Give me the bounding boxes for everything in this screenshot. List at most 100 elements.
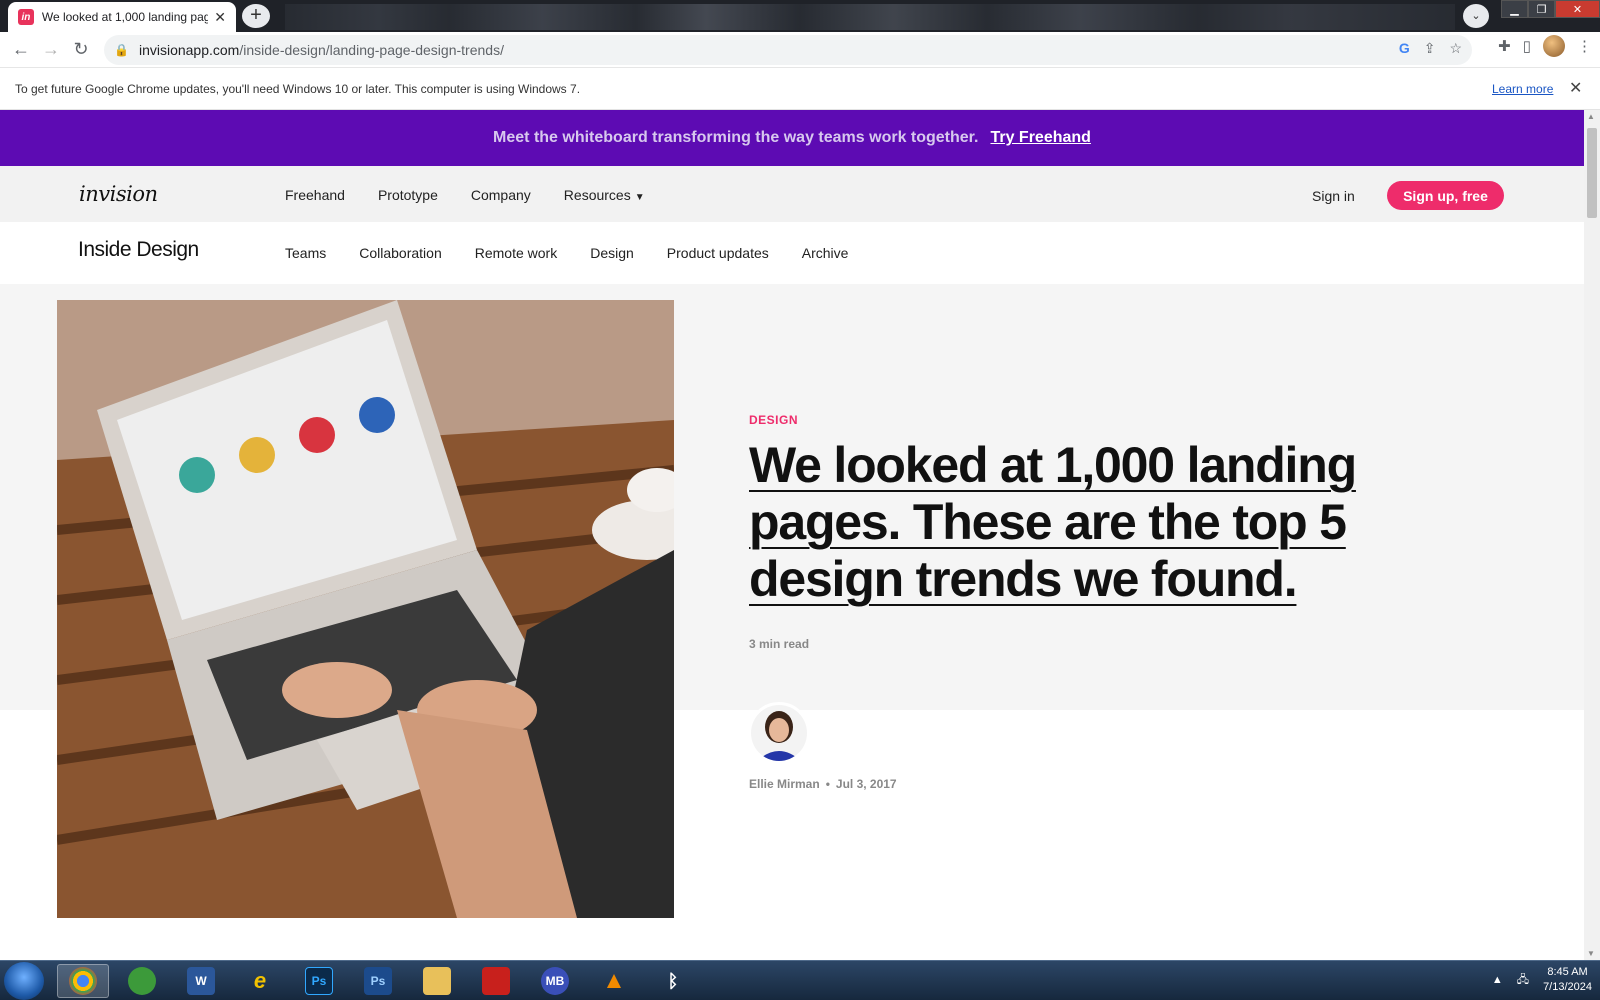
new-tab-button[interactable]: + — [242, 4, 270, 28]
lock-icon[interactable]: 🔒 — [114, 43, 129, 57]
article-title[interactable]: We looked at 1,000 landing pages. These … — [749, 437, 1399, 608]
malwarebytes-icon: MB — [541, 967, 569, 995]
bluetooth-icon: ᛒ — [667, 970, 679, 991]
sign-in-link[interactable]: Sign in — [1312, 188, 1355, 204]
nav-company[interactable]: Company — [471, 187, 531, 203]
scrollbar-thumb[interactable] — [1587, 128, 1597, 218]
browser-tab-strip: in We looked at 1,000 landing page ✕ + ⌄… — [0, 0, 1600, 32]
tab-search-chevron-icon[interactable]: ⌄ — [1463, 4, 1489, 28]
try-freehand-link[interactable]: Try Freehand — [990, 129, 1090, 147]
address-bar[interactable]: 🔒 invisionapp.com/inside-design/landing-… — [104, 35, 1472, 65]
minimize-button[interactable]: ▁ — [1501, 0, 1528, 18]
bookmark-star-icon[interactable]: ☆ — [1449, 40, 1462, 57]
infobar-close-icon[interactable]: ✕ — [1569, 78, 1582, 98]
network-icon[interactable]: 🖧 — [1517, 971, 1529, 990]
subnav-collaboration[interactable]: Collaboration — [359, 245, 442, 261]
main-nav: invision Freehand Prototype Company Reso… — [0, 166, 1584, 222]
invision-favicon-icon: in — [18, 9, 34, 25]
reload-icon[interactable]: ↻ — [66, 35, 96, 65]
byline-separator: • — [825, 777, 830, 791]
forward-arrow-icon[interactable]: → — [36, 35, 66, 65]
windows-taskbar: W e Ps Ps MB ▲ ᛒ ▲ 🖧 8:45 AM 7/13/2024 — [0, 960, 1600, 1000]
acrobat-icon — [482, 967, 510, 995]
google-translate-icon[interactable]: G — [1399, 40, 1410, 57]
chevron-down-icon: ▼ — [634, 192, 645, 203]
extensions-puzzle-icon[interactable]: ✚ — [1498, 37, 1511, 55]
background-thumbnails — [285, 4, 1455, 30]
article-category[interactable]: DESIGN — [749, 413, 798, 427]
subnav-archive[interactable]: Archive — [802, 245, 849, 261]
nav-freehand[interactable]: Freehand — [285, 187, 345, 203]
subnav-design[interactable]: Design — [590, 245, 634, 261]
restore-button[interactable]: ❐ — [1528, 0, 1555, 18]
author-photo — [751, 705, 807, 761]
nav-resources-dropdown[interactable]: Resources ▼ — [564, 187, 645, 203]
page-viewport: Meet the whiteboard transforming the way… — [0, 110, 1584, 960]
tab-title: We looked at 1,000 landing page — [41, 10, 209, 24]
main-nav-links: Freehand Prototype Company Resources ▼ — [285, 187, 645, 203]
photoshop-icon: Ps — [364, 967, 392, 995]
url-text[interactable]: invisionapp.com/inside-design/landing-pa… — [139, 42, 504, 58]
taskbar-bluetooth[interactable]: ᛒ — [647, 964, 699, 998]
infobar-message: To get future Google Chrome updates, you… — [15, 82, 581, 96]
author-name[interactable]: Ellie Mirman — [749, 777, 820, 791]
subnav-product-updates[interactable]: Product updates — [667, 245, 769, 261]
subnav-teams[interactable]: Teams — [285, 245, 326, 261]
chrome-icon — [69, 967, 97, 995]
taskbar-vlc[interactable]: ▲ — [588, 964, 640, 998]
nav-prototype[interactable]: Prototype — [378, 187, 438, 203]
url-path: /inside-design/landing-page-design-trend… — [239, 42, 504, 58]
folder-icon — [423, 967, 451, 995]
inside-design-logo[interactable]: Inside Design — [78, 238, 199, 262]
internet-explorer-icon: e — [253, 968, 267, 993]
learn-more-link[interactable]: Learn more — [1492, 82, 1553, 96]
vlc-cone-icon: ▲ — [602, 967, 626, 994]
clock[interactable]: 8:45 AM 7/13/2024 — [1543, 965, 1592, 995]
hero-image-laptop — [57, 300, 674, 918]
browser-tab-active[interactable]: in We looked at 1,000 landing page ✕ — [8, 2, 236, 32]
page-scrollbar[interactable]: ▲ ▼ — [1584, 110, 1600, 960]
toolbar-right-icons: ✚ ▯ ⋮ — [1498, 35, 1592, 57]
scroll-down-arrow-icon[interactable]: ▼ — [1587, 949, 1595, 958]
system-tray: ▲ 🖧 8:45 AM 7/13/2024 — [1492, 965, 1592, 995]
taskbar-word[interactable]: W — [175, 964, 227, 998]
scroll-up-arrow-icon[interactable]: ▲ — [1587, 112, 1595, 121]
taskbar-explorer[interactable] — [411, 964, 463, 998]
taskbar-ie[interactable]: e — [234, 964, 286, 998]
laptop-illustration — [57, 300, 674, 918]
menu-kebab-icon[interactable]: ⋮ — [1577, 37, 1592, 55]
browser-toolbar: ← → ↻ 🔒 invisionapp.com/inside-design/la… — [0, 32, 1600, 68]
invision-logo[interactable]: invision — [79, 182, 158, 206]
window-close-button[interactable]: ✕ — [1555, 0, 1600, 18]
taskbar-acrobat[interactable] — [470, 964, 522, 998]
inside-design-nav: Inside Design Teams Collaboration Remote… — [0, 222, 1584, 284]
taskbar-photoshop-2[interactable]: Ps — [352, 964, 404, 998]
tab-close-icon[interactable]: ✕ — [214, 9, 226, 26]
clock-date: 7/13/2024 — [1543, 981, 1592, 993]
taskbar-chrome[interactable] — [57, 964, 109, 998]
photoshop-icon: Ps — [305, 967, 333, 995]
share-icon[interactable]: ⇪ — [1424, 40, 1436, 57]
promo-text: Meet the whiteboard transforming the way… — [493, 129, 979, 146]
sub-nav-links: Teams Collaboration Remote work Design P… — [285, 245, 848, 261]
taskbar-malwarebytes[interactable]: MB — [529, 964, 581, 998]
tray-expand-icon[interactable]: ▲ — [1492, 974, 1503, 986]
read-time: 3 min read — [749, 637, 810, 651]
taskbar-globe[interactable] — [116, 964, 168, 998]
subnav-remote-work[interactable]: Remote work — [475, 245, 557, 261]
side-panel-icon[interactable]: ▯ — [1523, 37, 1531, 55]
clock-time: 8:45 AM — [1547, 966, 1588, 978]
back-arrow-icon[interactable]: ← — [6, 35, 36, 65]
omnibox-icons: G ⇪ ☆ — [1399, 40, 1462, 57]
start-button[interactable] — [4, 962, 44, 1000]
promo-banner: Meet the whiteboard transforming the way… — [0, 110, 1584, 166]
profile-avatar[interactable] — [1543, 35, 1565, 57]
globe-icon — [128, 967, 156, 995]
url-host: invisionapp.com — [138, 42, 240, 58]
author-avatar[interactable] — [748, 702, 810, 764]
sign-up-button[interactable]: Sign up, free — [1387, 181, 1504, 210]
byline: Ellie Mirman • Jul 3, 2017 — [749, 777, 897, 791]
publish-date: Jul 3, 2017 — [835, 777, 897, 791]
window-controls: ▁ ❐ ✕ — [1501, 0, 1600, 20]
taskbar-photoshop-1[interactable]: Ps — [293, 964, 345, 998]
